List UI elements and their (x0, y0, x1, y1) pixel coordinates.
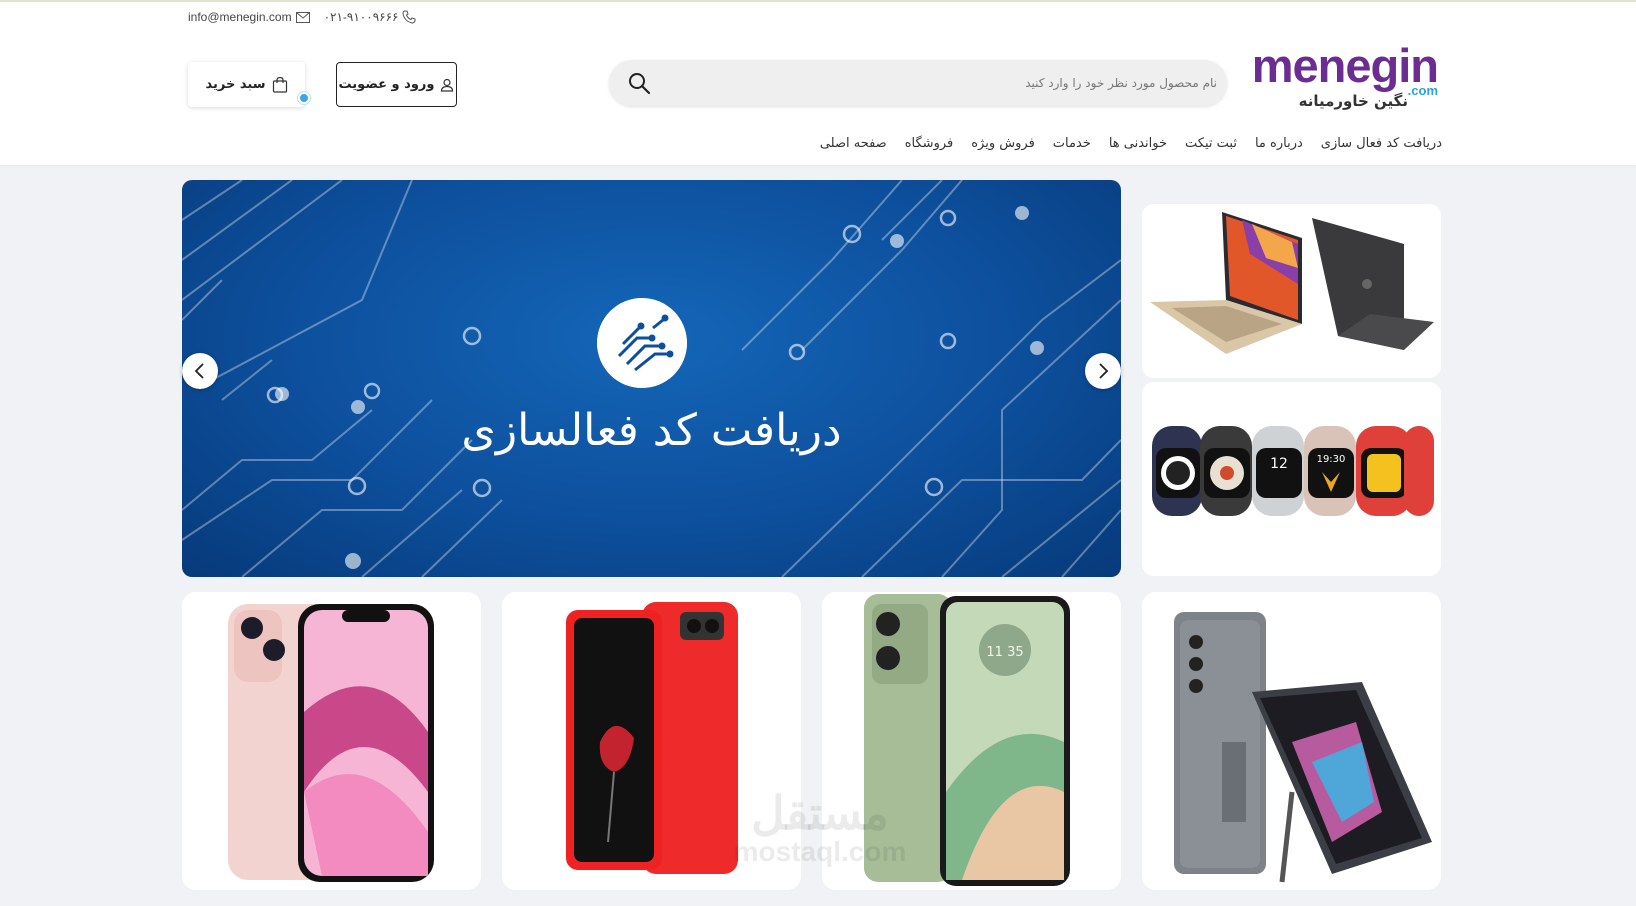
phone-clock: 11 35 (986, 645, 1023, 660)
product-card-pink-iphone[interactable] (182, 592, 481, 890)
nav-item-reading[interactable]: خواندنی ها (1109, 136, 1167, 151)
nav-item-shop[interactable]: فروشگاه (905, 136, 954, 151)
user-icon (441, 78, 454, 92)
email-text: info@menegin.com (188, 10, 292, 24)
nav-item-about[interactable]: درباره ما (1255, 136, 1303, 151)
login-label: ورود و عضویت (338, 77, 435, 92)
watch-time-large: 12 (1270, 456, 1288, 472)
site-logo[interactable]: menegin .com نگین خاورمیانه (1248, 39, 1439, 114)
banner-prev-button[interactable] (182, 353, 218, 389)
login-register-button[interactable]: ورود و عضویت (336, 62, 457, 107)
logo-domain: .com (1407, 83, 1438, 98)
nav-item-home[interactable]: صفحه اصلی (820, 136, 887, 151)
search-icon[interactable] (627, 71, 651, 95)
mostaql-watermark: مستقل mostaql.com (720, 790, 920, 868)
nav-item-special-sale[interactable]: فروش ویژه (971, 136, 1035, 151)
circuit-emblem-icon (597, 298, 687, 388)
product-card-foldable[interactable] (1142, 592, 1441, 890)
foldable-phone-image (1142, 592, 1441, 890)
watermark-arabic: مستقل (751, 787, 889, 839)
phone-icon (402, 10, 416, 24)
envelope-icon (295, 11, 310, 23)
watch-time-small: 19:30 (1317, 454, 1346, 465)
banner-title: دریافت کد فعالسازی (461, 405, 842, 456)
shopping-bag-icon (272, 76, 287, 93)
logo-wordmark: menegin (1251, 39, 1439, 92)
cart-badge (298, 92, 310, 104)
nav-item-services[interactable]: خدمات (1053, 136, 1091, 151)
nav-item-ticket[interactable]: ثبت تیکت (1185, 136, 1237, 151)
nav-item-activation-code[interactable]: دریافت کد فعال سازی (1321, 136, 1442, 151)
search-input[interactable] (677, 60, 1217, 106)
site-header: info@menegin.com ۰۲۱-۹۱۰۰۹۶۶۶ menegin .c… (0, 2, 1636, 165)
promo-card-laptops[interactable] (1142, 204, 1441, 378)
search-bar (609, 60, 1227, 106)
banner-next-button[interactable] (1085, 353, 1121, 389)
chevron-right-icon (1099, 363, 1109, 379)
pink-iphone-image (182, 592, 481, 890)
cart-button[interactable]: سبد خرید (188, 62, 310, 107)
contact-bar: info@menegin.com ۰۲۱-۹۱۰۰۹۶۶۶ (188, 10, 416, 24)
logo-subtitle: نگین خاورمیانه (1298, 92, 1408, 110)
phone-text: ۰۲۱-۹۱۰۰۹۶۶۶ (323, 10, 399, 24)
smartwatch-image: 12 19:30 (1142, 382, 1441, 576)
cart-label: سبد خرید (205, 77, 266, 92)
watermark-latin: mostaql.com (733, 836, 907, 867)
laptop-image (1142, 204, 1441, 378)
main-nav: صفحه اصلی فروشگاه فروش ویژه خدمات خواندن… (820, 136, 1442, 151)
phone-contact[interactable]: ۰۲۱-۹۱۰۰۹۶۶۶ (324, 10, 417, 24)
email-contact[interactable]: info@menegin.com (188, 10, 310, 24)
hero-banner[interactable]: دریافت کد فعالسازی (182, 180, 1121, 577)
chevron-left-icon (194, 363, 204, 379)
promo-card-smartwatches[interactable]: 12 19:30 (1142, 382, 1441, 576)
